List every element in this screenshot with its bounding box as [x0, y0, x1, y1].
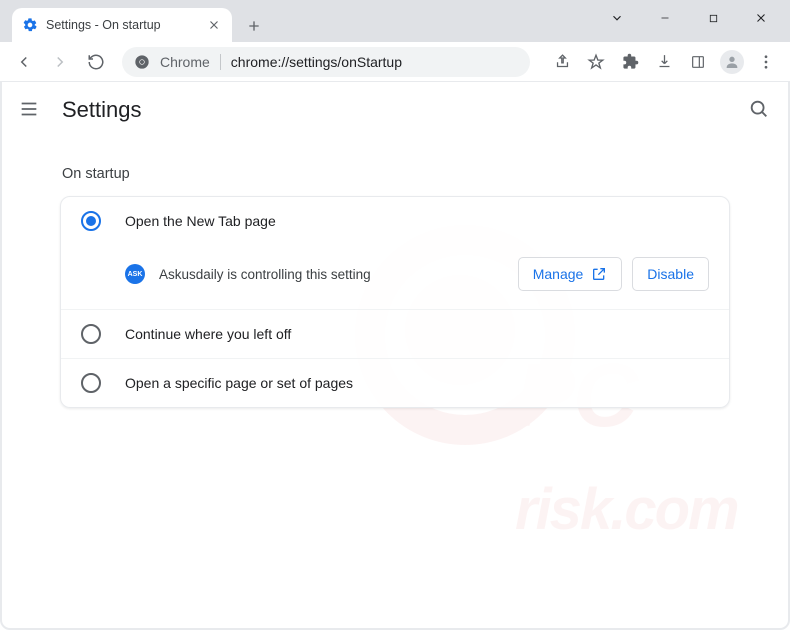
back-button[interactable]	[8, 46, 40, 78]
hamburger-menu-button[interactable]	[18, 98, 42, 122]
avatar-icon	[720, 50, 744, 74]
reload-button[interactable]	[80, 46, 112, 78]
search-button[interactable]	[748, 98, 772, 122]
maximize-button[interactable]	[690, 0, 736, 36]
settings-content: On startup Open the New Tab page ASK Ask…	[0, 138, 790, 418]
omnibox-divider	[220, 54, 221, 70]
radio-selected-icon[interactable]	[81, 211, 101, 231]
browser-tab[interactable]: Settings - On startup	[12, 8, 232, 42]
profile-button[interactable]	[716, 46, 748, 78]
option-label: Open the New Tab page	[125, 213, 276, 229]
settings-header: Settings	[0, 82, 790, 138]
new-tab-button[interactable]	[240, 12, 268, 40]
extension-badge-icon: ASK	[125, 264, 145, 284]
tab-close-button[interactable]	[206, 17, 222, 33]
disable-label: Disable	[647, 266, 694, 282]
close-window-button[interactable]	[738, 0, 784, 36]
forward-button[interactable]	[44, 46, 76, 78]
radio-unselected-icon[interactable]	[81, 324, 101, 344]
window-titlebar: Settings - On startup	[0, 0, 790, 42]
tab-title: Settings - On startup	[46, 18, 198, 32]
startup-option-specific-pages[interactable]: Open a specific page or set of pages	[61, 358, 729, 407]
omnibox-origin: Chrome	[160, 54, 210, 70]
browser-toolbar: Chrome chrome://settings/onStartup	[0, 42, 790, 82]
option-label: Continue where you left off	[125, 326, 291, 342]
bookmark-button[interactable]	[580, 46, 612, 78]
startup-option-new-tab[interactable]: Open the New Tab page	[61, 197, 729, 245]
gear-icon	[22, 17, 38, 33]
extension-message: Askusdaily is controlling this setting	[159, 267, 504, 282]
radio-unselected-icon[interactable]	[81, 373, 101, 393]
downloads-button[interactable]	[648, 46, 680, 78]
option-label: Open a specific page or set of pages	[125, 375, 353, 391]
manage-extension-button[interactable]: Manage	[518, 257, 623, 291]
minimize-button[interactable]	[642, 0, 688, 36]
share-button[interactable]	[546, 46, 578, 78]
chrome-icon	[134, 54, 150, 70]
kebab-menu-button[interactable]	[750, 46, 782, 78]
tab-search-button[interactable]	[594, 0, 640, 36]
manage-label: Manage	[533, 266, 584, 282]
extension-control-notice: ASK Askusdaily is controlling this setti…	[61, 245, 729, 309]
external-link-icon	[591, 266, 607, 282]
section-title: On startup	[62, 166, 730, 182]
extensions-button[interactable]	[614, 46, 646, 78]
disable-extension-button[interactable]: Disable	[632, 257, 709, 291]
side-panel-button[interactable]	[682, 46, 714, 78]
startup-options-card: Open the New Tab page ASK Askusdaily is …	[60, 196, 730, 408]
omnibox[interactable]: Chrome chrome://settings/onStartup	[122, 47, 530, 77]
startup-option-continue[interactable]: Continue where you left off	[61, 309, 729, 358]
window-controls	[594, 0, 784, 36]
page-title: Settings	[62, 97, 142, 123]
omnibox-url: chrome://settings/onStartup	[231, 54, 402, 70]
